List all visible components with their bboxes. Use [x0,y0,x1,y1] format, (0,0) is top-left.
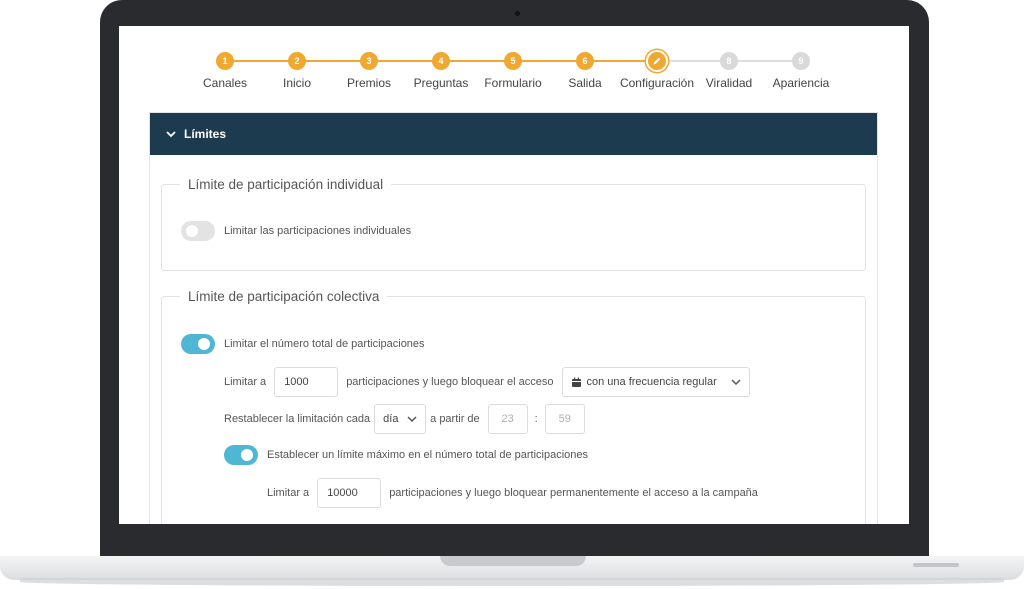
limit-prefix: Limitar a [224,376,267,388]
toggle-knob [241,449,253,461]
frequency-value-wrap: con una frecuencia regular [571,376,717,388]
pencil-icon [646,50,668,72]
reset-unit-value: día [383,413,399,425]
chevron-down-icon [166,127,176,141]
toggle-label: Limitar el número total de participacion… [224,338,425,350]
max-limit-input[interactable]: 10000 [317,478,382,508]
step-number: 4 [432,52,450,70]
limit-input[interactable]: 1000 [274,367,339,397]
reset-prefix: Restablecer la limitación cada [224,413,371,425]
max-limit-toggle-row: Establecer un límite máximo en el número… [224,445,588,465]
toggle-knob [198,338,210,350]
screen: 1 Canales 2 Inicio 3 Premios 4 Preguntas… [119,26,909,524]
hour-input[interactable]: 23 [487,404,528,434]
chevron-down-icon [730,378,741,385]
minute-input[interactable]: 59 [544,404,585,434]
step-number: 6 [576,52,594,70]
chevron-down-icon [407,415,417,422]
limit-suffix: participaciones y luego bloquear el acce… [346,376,554,388]
laptop-foot [913,563,959,567]
laptop-shadow [20,578,1004,586]
camera-dot [515,11,520,16]
reset-unit-select[interactable]: día [374,404,427,434]
calendar-icon [571,377,581,387]
individual-limit-row: Limitar las participaciones individuales [181,221,411,241]
group-legend: Límite de participación individual [188,177,384,192]
individual-limit-toggle[interactable] [181,221,215,241]
step-number: 9 [792,52,810,70]
group-legend: Límite de participación colectiva [188,289,380,304]
limits-panel: Límites Límite de participación individu… [149,112,878,524]
step-number: 8 [720,52,738,70]
max-limit-row: Limitar a 10000 participaciones y luego … [267,478,758,508]
reset-row: Restablecer la limitación cada día a par… [224,404,585,434]
collective-limit-toggle[interactable] [181,334,215,354]
toggle-label: Limitar las participaciones individuales [224,225,412,237]
step-number: 3 [360,52,378,70]
step-apariencia[interactable]: 9 Apariencia [751,52,851,90]
collective-limit-row: Limitar el número total de participacion… [181,334,425,354]
max-limit-prefix: Limitar a [267,487,310,499]
limits-panel-header[interactable]: Límites [150,113,877,155]
frequency-value: con una frecuencia regular [586,376,717,388]
max-limit-suffix: participaciones y luego bloquear permane… [389,487,758,499]
toggle-knob [186,225,198,237]
time-separator: : [534,413,538,425]
wizard-stepper: 1 Canales 2 Inicio 3 Premios 4 Preguntas… [119,26,909,106]
step-label: Apariencia [772,76,830,90]
toggle-label: Establecer un límite máximo en el número… [267,449,588,461]
step-number: 1 [216,52,234,70]
max-limit-toggle[interactable] [224,445,258,465]
frequency-select[interactable]: con una frecuencia regular [561,367,750,397]
laptop-notch [440,556,586,566]
panel-title: Límites [184,127,227,141]
limit-row: Limitar a 1000 participaciones y luego b… [224,367,750,397]
reset-from-label: a partir de [430,413,480,425]
step-number: 5 [504,52,522,70]
step-number: 2 [288,52,306,70]
